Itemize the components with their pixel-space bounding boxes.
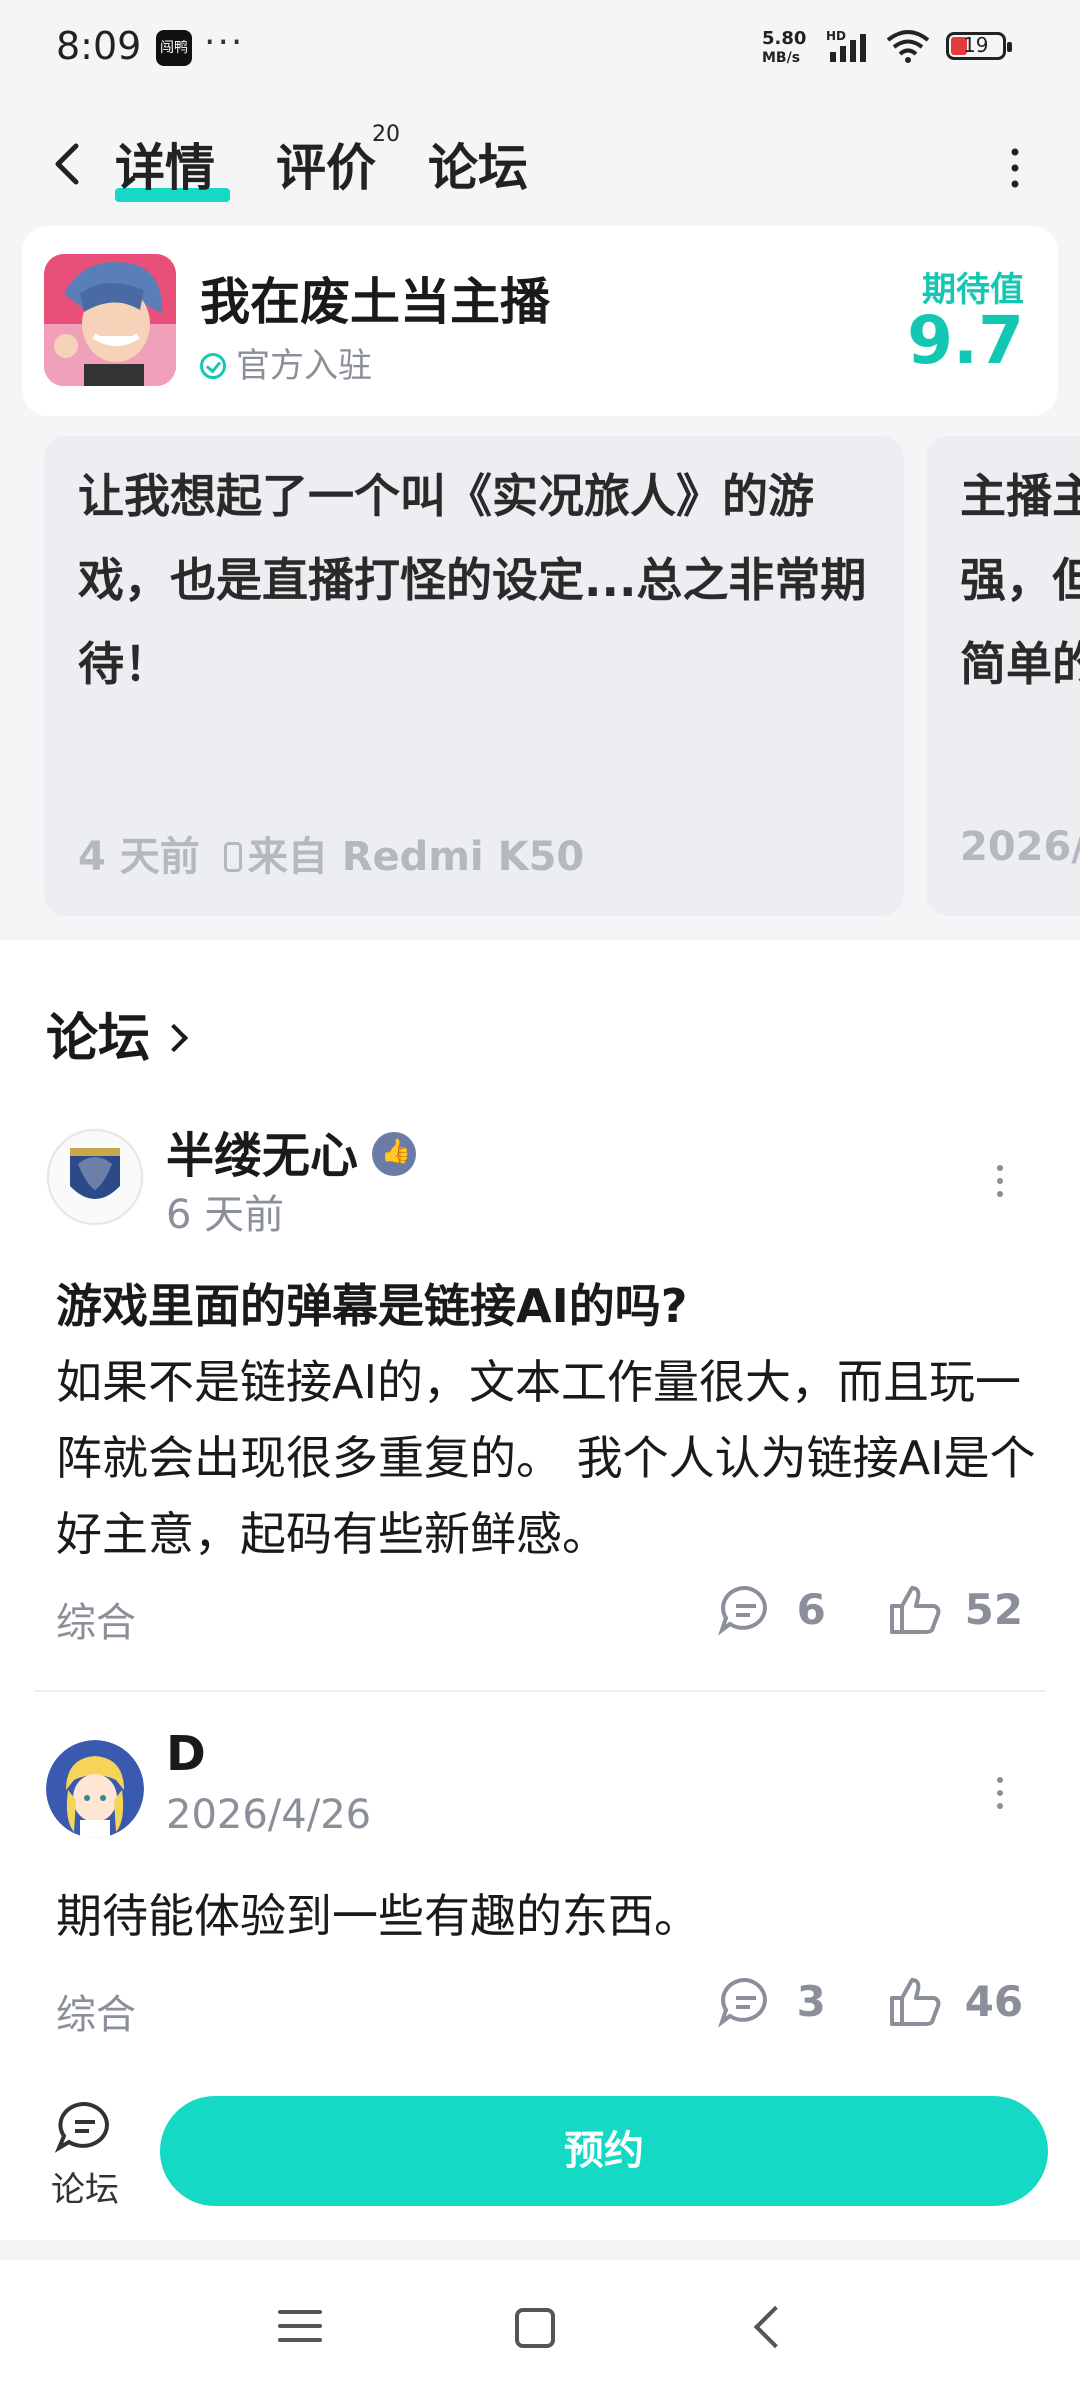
forum-section-link[interactable]: 论坛 xyxy=(46,996,189,1071)
tab-forum-label: 论坛 xyxy=(428,139,528,197)
post-time: 6 天前 xyxy=(166,1192,285,1238)
avatar[interactable] xyxy=(46,1740,144,1838)
battery-level: 19 xyxy=(963,33,989,57)
tab-review-label: 评价 xyxy=(276,139,376,197)
forum-tab-label: 论坛 xyxy=(51,2170,119,2210)
comment-icon xyxy=(718,1585,767,1636)
more-options-button[interactable] xyxy=(1000,138,1030,198)
svg-text:HD: HD xyxy=(826,30,846,43)
username: 半缕无心 xyxy=(166,1128,359,1184)
post-content: 游戏里面的弹幕是链接AI的吗? 如果不是链接AI的，文本工作量很大，而且玩一阵就… xyxy=(56,1268,1036,1572)
like-count: 52 xyxy=(964,1585,1024,1634)
avatar[interactable] xyxy=(46,1128,144,1226)
wifi-icon xyxy=(884,28,932,68)
review-meta: 4 天前 来自 Redmi K50 xyxy=(78,824,584,882)
anticipation-score: 9.7 xyxy=(907,302,1024,379)
more-notifications-icon: ··· xyxy=(204,22,245,63)
thumbs-up-icon xyxy=(890,1586,941,1634)
game-title: 我在废土当主播 xyxy=(200,273,550,331)
post-time: 2026/4/26 xyxy=(166,1792,372,1838)
post-author[interactable]: 半缕无心 xyxy=(166,1116,417,1186)
back-button[interactable] xyxy=(44,134,94,194)
post-category-tag[interactable]: 综合 xyxy=(56,1590,136,1648)
like-button[interactable]: 46 xyxy=(886,1976,1023,2028)
official-label: 官方入驻 xyxy=(236,346,372,386)
post-more-button[interactable] xyxy=(990,1768,1010,1818)
system-navigation-bar xyxy=(0,2260,1080,2400)
back-arrow-icon xyxy=(55,143,79,185)
review-card[interactable]: 让我想起了一个叫《实况旅人》的游戏，也是直播打怪的设定...总之非常期待！ 4 … xyxy=(44,436,904,916)
post-title: 游戏里面的弹幕是链接AI的吗? xyxy=(56,1279,688,1333)
top-navigation: 详情 评价 20 论坛 xyxy=(0,110,1080,220)
like-count: 46 xyxy=(964,1977,1024,2026)
comment-icon xyxy=(718,1977,767,2028)
verified-check-icon xyxy=(200,353,226,379)
post-more-button[interactable] xyxy=(990,1156,1010,1206)
review-text: 让我想起了一个叫《实况旅人》的游戏，也是直播打怪的设定...总之非常期待！ xyxy=(78,469,867,691)
thumbs-up-icon xyxy=(890,1978,941,2026)
home-button[interactable] xyxy=(515,2308,555,2348)
bottom-action-bar: 论坛 预约 xyxy=(0,2060,1080,2240)
post-body: 如果不是链接AI的，文本工作量很大，而且玩一阵就会出现很多重复的。 我个人认为链… xyxy=(56,1355,1036,1561)
official-badge: 官方入驻 xyxy=(200,338,372,387)
network-speed: 5.80 MB/s xyxy=(762,28,807,67)
recent-apps-button[interactable] xyxy=(278,2310,322,2352)
forum-heading: 论坛 xyxy=(46,1009,151,1069)
tab-detail[interactable]: 详情 xyxy=(115,128,230,202)
post-body: 期待能体验到一些有趣的东西。 xyxy=(56,1889,700,1943)
review-time: 2026/ xyxy=(960,824,1080,870)
like-button[interactable]: 52 xyxy=(886,1584,1023,1636)
forum-chat-icon xyxy=(54,2101,109,2153)
tab-detail-label: 详情 xyxy=(115,139,215,197)
post-category-tag[interactable]: 综合 xyxy=(56,1982,136,2040)
comment-count: 3 xyxy=(796,1977,826,2026)
review-count-badge: 20 xyxy=(372,122,400,147)
forum-tab-button[interactable]: 论坛 xyxy=(40,2100,130,2211)
system-back-button[interactable] xyxy=(753,2305,797,2349)
more-vertical-icon xyxy=(997,1777,1003,1809)
comment-button[interactable]: 3 xyxy=(718,1976,826,2028)
notification-app-icon: 闯鸭 xyxy=(156,30,192,66)
post-divider xyxy=(34,1690,1046,1692)
status-time: 8:09 xyxy=(56,24,142,68)
more-vertical-icon xyxy=(997,1165,1003,1197)
tab-review[interactable]: 评价 20 xyxy=(276,122,400,200)
more-vertical-icon xyxy=(1011,148,1019,188)
review-device: 来自 Redmi K50 xyxy=(247,834,585,880)
post-author[interactable]: D xyxy=(166,1726,206,1782)
game-icon xyxy=(44,254,176,386)
tab-forum[interactable]: 论坛 xyxy=(428,128,528,200)
review-text: 主播主强，但简单的 xyxy=(960,469,1080,691)
chevron-right-icon xyxy=(159,1023,189,1053)
username: D xyxy=(166,1726,206,1782)
phone-icon xyxy=(223,842,242,872)
game-header-card[interactable]: 我在废土当主播 官方入驻 期待值 9.7 xyxy=(22,226,1058,416)
review-card[interactable]: 主播主强，但简单的 2026/ xyxy=(926,436,1080,916)
signal-icon: HD xyxy=(826,29,876,68)
battery-icon: 19 xyxy=(946,32,1012,60)
reserve-button[interactable]: 预约 xyxy=(160,2096,1048,2206)
status-bar: 8:09 闯鸭 ··· 5.80 MB/s HD 19 xyxy=(0,0,1080,100)
thumbs-up-badge-icon xyxy=(372,1132,417,1176)
comment-button[interactable]: 6 xyxy=(718,1584,826,1636)
review-time: 4 天前 xyxy=(78,834,200,880)
comment-count: 6 xyxy=(796,1585,826,1634)
